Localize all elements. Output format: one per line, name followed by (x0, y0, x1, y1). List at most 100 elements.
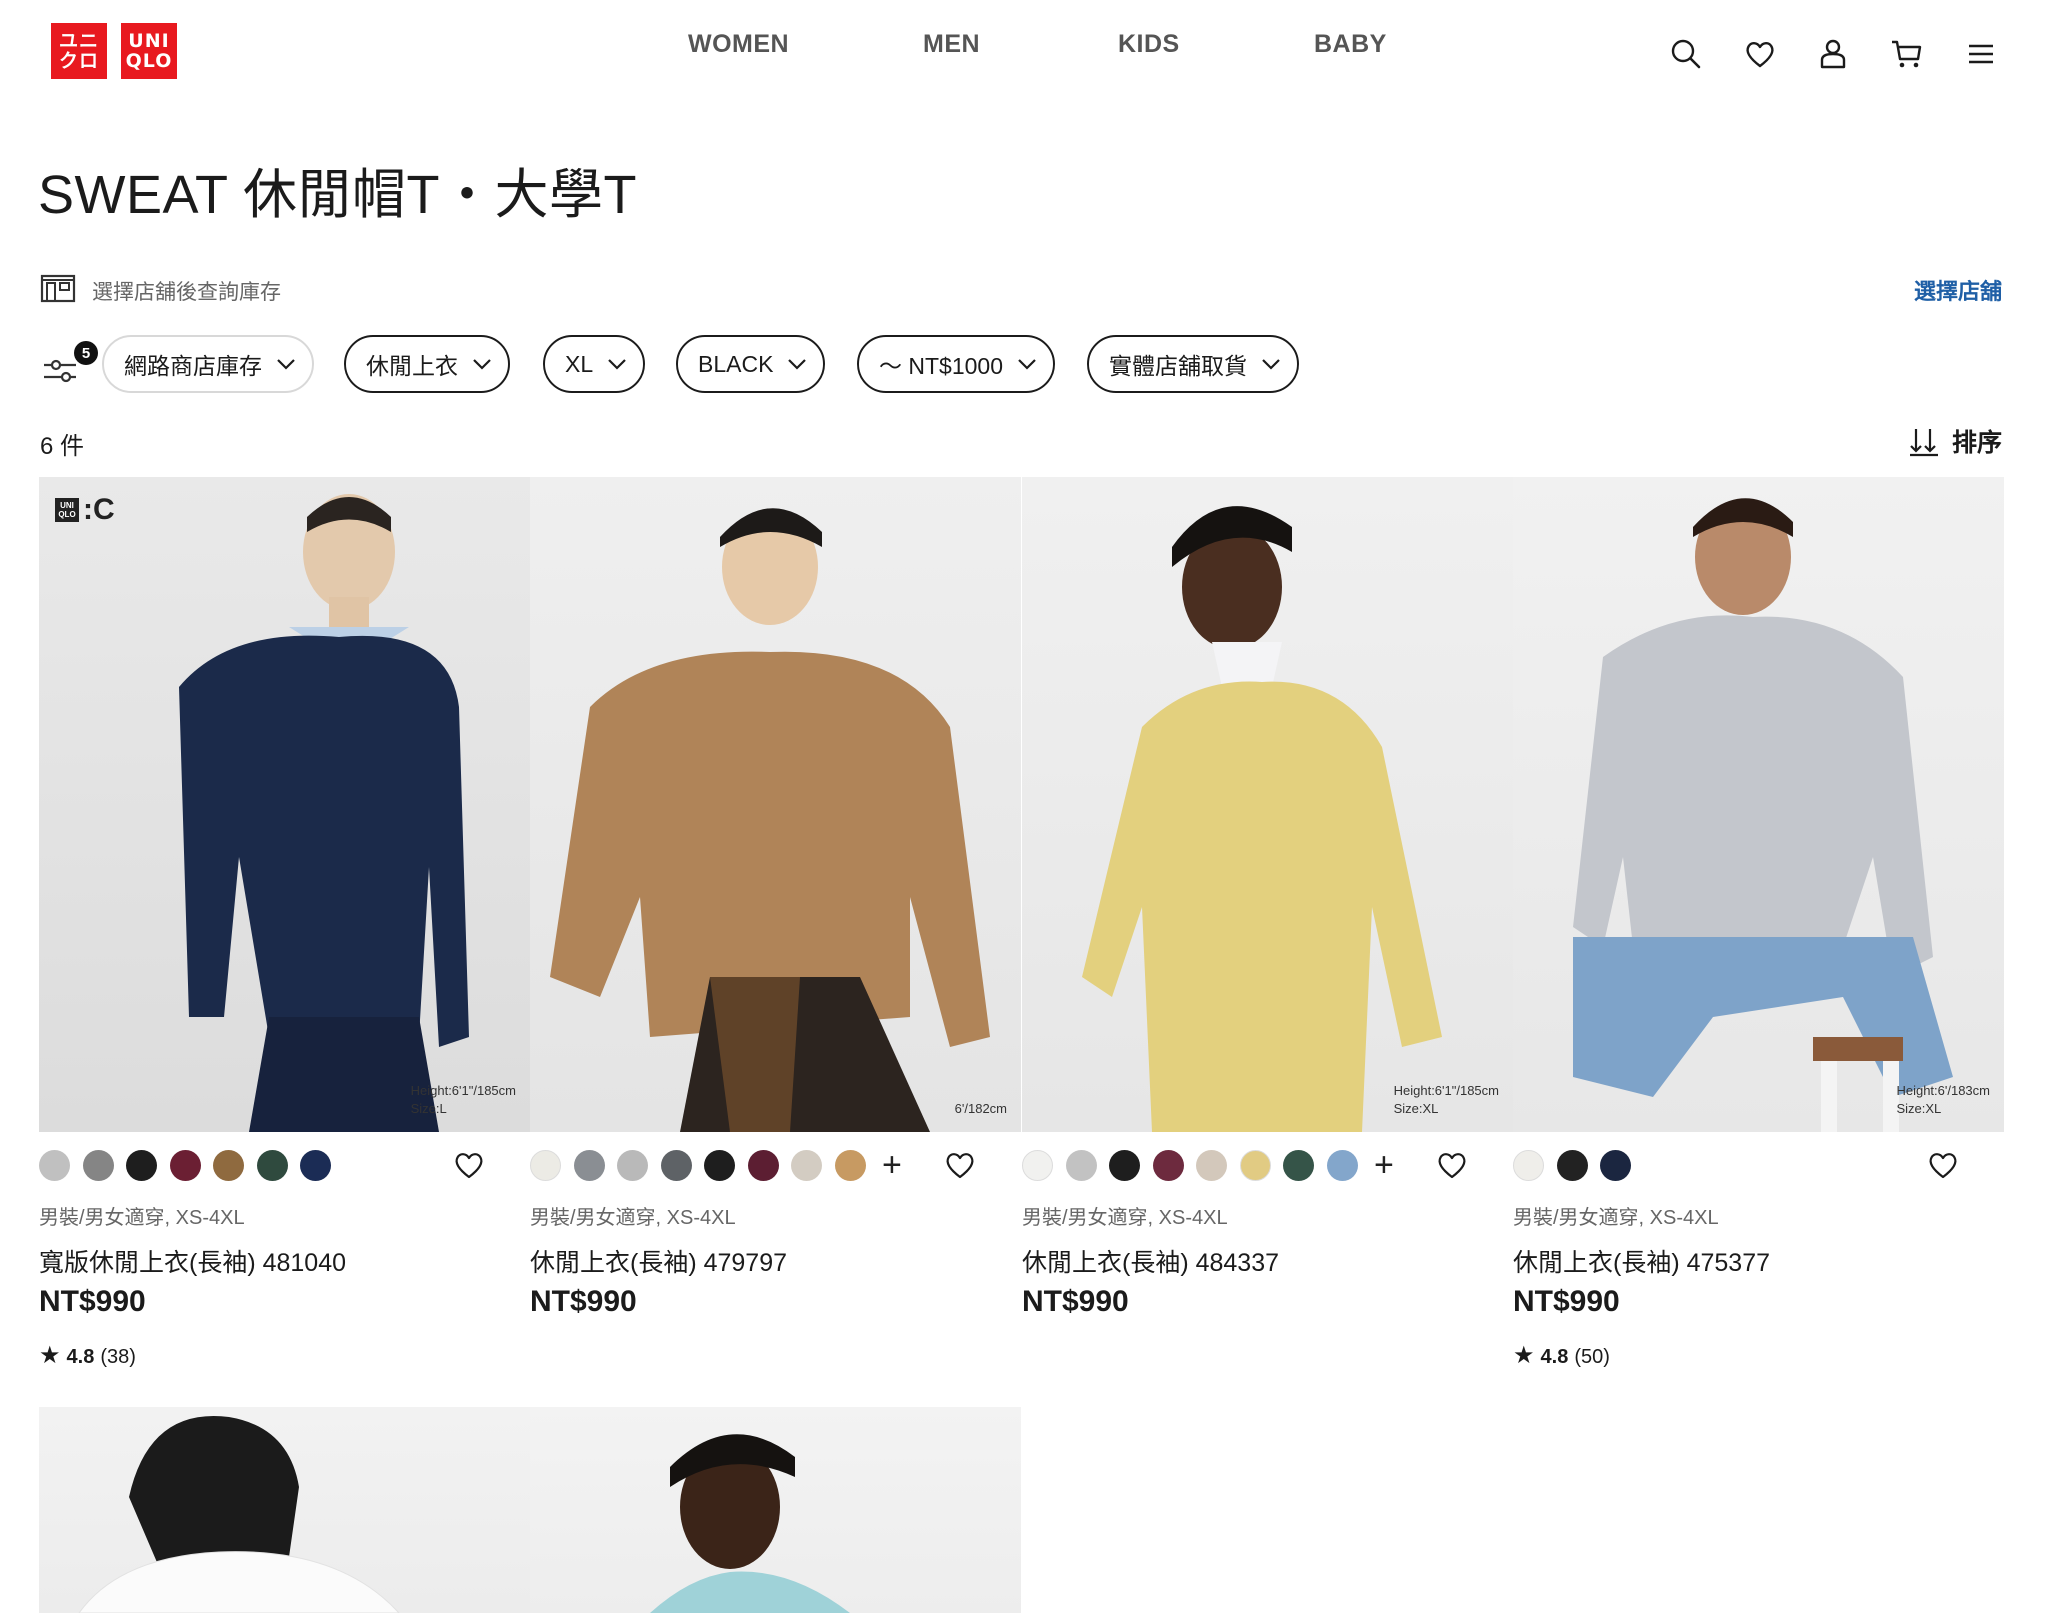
favorite-heart-icon[interactable] (451, 1147, 487, 1183)
product-name[interactable]: 休閒上衣(長袖) 484337 (1022, 1243, 1279, 1279)
model-size-caption: Height:6'/183cm Size:XL (1896, 1083, 1990, 1116)
search-icon[interactable] (1668, 36, 1704, 72)
color-swatch[interactable] (1513, 1149, 1544, 1181)
product-price: NT$990 (39, 1285, 146, 1318)
product-price: NT$990 (1022, 1285, 1129, 1318)
product-name[interactable]: 休閒上衣(長袖) 479797 (530, 1243, 787, 1279)
more-colors-button[interactable]: + (1374, 1148, 1394, 1182)
chevron-down-icon (277, 359, 295, 370)
filter-chip-online-stock[interactable]: 網路商店庫存 (102, 335, 314, 393)
color-swatch[interactable] (1022, 1149, 1053, 1181)
sort-icon (1909, 429, 1938, 457)
product-gender-size: 男裝/男女適穿, XS-4XL (1513, 1207, 1719, 1229)
color-swatch[interactable] (530, 1149, 561, 1181)
model-figure-illustration (78, 1416, 400, 1613)
color-swatch[interactable] (791, 1149, 822, 1181)
filter-chip-store-pickup[interactable]: 實體店舖取貨 (1087, 335, 1299, 393)
product-card[interactable]: Height:6'1"/185cm Size:XL + 男裝/男女適穿, XS-… (1022, 477, 1513, 1377)
chevron-down-icon (788, 359, 807, 370)
badge-logo: UNI QLO (55, 498, 79, 522)
nav-men[interactable]: MEN (923, 30, 980, 59)
color-swatch[interactable] (747, 1149, 779, 1181)
product-image[interactable]: 6'/182cm (530, 477, 1021, 1132)
favorite-heart-icon[interactable] (942, 1147, 978, 1183)
model-size-caption: Height:6'1"/185cm Size:L (410, 1083, 516, 1116)
product-card[interactable]: UNI QLO :C Height:6'1"/185cm Size:L 男裝/男… (39, 477, 530, 1377)
chevron-down-icon (1262, 359, 1280, 370)
color-swatch[interactable] (617, 1149, 648, 1181)
badge-c-label: :C (83, 493, 115, 526)
color-swatches (39, 1149, 459, 1181)
site-header: ユニ クロ UNI QLO WOMEN MEN KIDS BABY (0, 0, 2048, 120)
color-swatch[interactable] (1283, 1149, 1314, 1181)
color-swatch[interactable] (82, 1149, 114, 1181)
product-name[interactable]: 休閒上衣(長袖) 475377 (1513, 1243, 1770, 1279)
uniqlo-logo[interactable]: ユニ クロ UNI QLO (51, 23, 177, 79)
product-card[interactable]: Height:6'/183cm Size:XL 男裝/男女適穿, XS-4XL … (1513, 477, 2004, 1377)
filter-chip-category[interactable]: 休閒上衣 (344, 335, 510, 393)
color-swatch[interactable] (1065, 1149, 1097, 1181)
color-swatch[interactable] (39, 1149, 70, 1181)
filter-chip-price[interactable]: 〜 NT$1000 (857, 335, 1056, 393)
filter-toggle-button[interactable]: 5 (40, 339, 100, 389)
product-name[interactable]: 寬版休閒上衣(長袖) 481040 (39, 1243, 346, 1279)
product-image[interactable]: Height:6'/183cm Size:XL (1513, 477, 2004, 1132)
star-icon: ★ (1513, 1342, 1535, 1369)
result-count: 6 件 (40, 433, 85, 460)
product-image[interactable]: Height:6'1"/185cm Size:XL (1022, 477, 1513, 1132)
cart-icon[interactable] (1889, 36, 1925, 72)
model-size-caption: 6'/182cm (954, 1101, 1007, 1116)
store-selector-row: 選擇店舖後查詢庫存 選擇店舖 (40, 270, 2002, 306)
color-swatch[interactable] (1196, 1149, 1227, 1181)
color-swatch[interactable] (1239, 1149, 1271, 1181)
select-store-link[interactable]: 選擇店舖 (1914, 274, 2002, 306)
color-swatch[interactable] (213, 1149, 244, 1181)
color-swatch[interactable] (300, 1149, 331, 1181)
color-swatch[interactable] (256, 1149, 288, 1181)
product-price: NT$990 (530, 1285, 637, 1318)
color-swatch[interactable] (573, 1149, 605, 1181)
rating-count: (38) (100, 1346, 136, 1368)
product-gender-size: 男裝/男女適穿, XS-4XL (530, 1207, 736, 1229)
logo-latin: UNI QLO (121, 23, 177, 79)
color-swatch[interactable] (704, 1149, 735, 1181)
menu-icon[interactable] (1963, 36, 1999, 72)
sort-button[interactable]: 排序 (1908, 424, 2002, 458)
color-swatch[interactable] (126, 1149, 157, 1181)
chevron-down-icon (608, 359, 626, 370)
chip-label: 〜 NT$1000 (879, 353, 1004, 379)
color-swatch[interactable] (660, 1149, 692, 1181)
product-image[interactable]: UNI QLO :C Height:6'1"/185cm Size:L (39, 477, 530, 1132)
nav-women[interactable]: WOMEN (688, 30, 789, 59)
color-swatch[interactable] (1109, 1149, 1140, 1181)
product-image-partial[interactable] (530, 1407, 1021, 1613)
product-image-partial[interactable] (39, 1407, 530, 1613)
color-swatch[interactable] (169, 1149, 201, 1181)
store-hint: 選擇店舖後查詢庫存 (92, 281, 281, 304)
color-swatches (1513, 1149, 1933, 1181)
chevron-down-icon (473, 359, 491, 370)
product-card[interactable]: 6'/182cm + 男裝/男女適穿, XS-4XL 休閒上衣(長袖) 4797… (530, 477, 1021, 1377)
sort-label: 排序 (1951, 429, 2002, 457)
more-colors-button[interactable]: + (882, 1148, 902, 1182)
chip-label: 休閒上衣 (366, 353, 458, 379)
filter-chip-color[interactable]: BLACK (676, 335, 826, 393)
model-figure-illustration (550, 508, 990, 1132)
star-icon: ★ (39, 1342, 61, 1369)
nav-kids[interactable]: KIDS (1118, 30, 1180, 59)
color-swatch[interactable] (1326, 1149, 1358, 1181)
color-swatch[interactable] (1556, 1149, 1588, 1181)
account-icon[interactable] (1815, 36, 1851, 72)
favorite-heart-icon[interactable] (1925, 1147, 1961, 1183)
filter-bar: 5 網路商店庫存 休閒上衣 XL BLACK 〜 NT$1000 實體店舖取貨 (40, 335, 1440, 393)
product-gender-size: 男裝/男女適穿, XS-4XL (1022, 1207, 1228, 1229)
color-swatch[interactable] (1600, 1149, 1631, 1181)
favorite-heart-icon[interactable] (1434, 1147, 1470, 1183)
model-figure-illustration (1573, 498, 1953, 1132)
product-gender-size: 男裝/男女適穿, XS-4XL (39, 1207, 245, 1229)
color-swatch[interactable] (834, 1149, 866, 1181)
nav-baby[interactable]: BABY (1314, 30, 1387, 59)
filter-chip-size[interactable]: XL (543, 335, 646, 393)
heart-icon[interactable] (1742, 36, 1778, 72)
color-swatch[interactable] (1152, 1149, 1184, 1181)
